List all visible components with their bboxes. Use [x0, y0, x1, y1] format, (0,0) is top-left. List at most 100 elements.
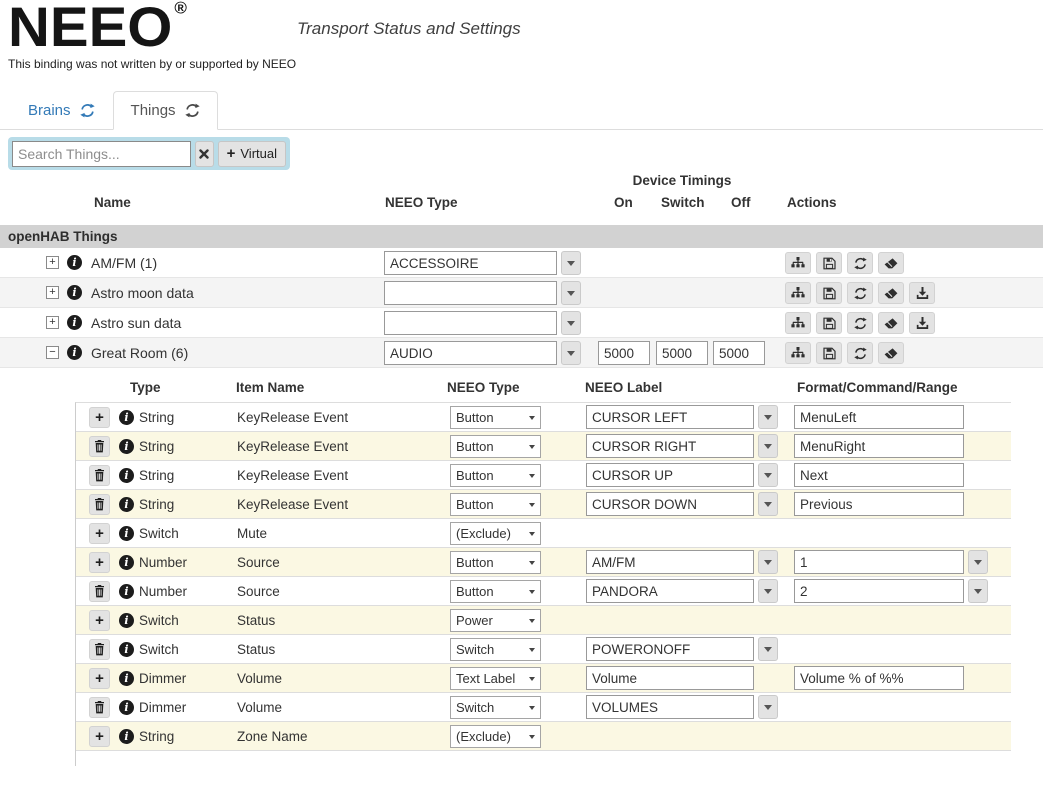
- neeo-label-input[interactable]: [586, 550, 754, 574]
- format-input[interactable]: [794, 463, 964, 487]
- neeo-type-select[interactable]: Button: [450, 406, 541, 429]
- add-channel-button[interactable]: +: [89, 523, 110, 544]
- neeo-type-dropdown-button[interactable]: [561, 341, 581, 365]
- add-channel-button[interactable]: +: [89, 407, 110, 428]
- neeo-label-input[interactable]: [586, 405, 754, 429]
- info-icon[interactable]: i: [119, 700, 134, 715]
- erase-button[interactable]: [878, 342, 904, 364]
- timing-switch-input[interactable]: [656, 341, 708, 365]
- neeo-label-input[interactable]: [586, 637, 754, 661]
- neeo-label-input[interactable]: [586, 492, 754, 516]
- expand-icon[interactable]: +: [46, 286, 59, 299]
- clear-search-button[interactable]: [195, 140, 214, 167]
- label-dropdown-button[interactable]: [758, 550, 778, 574]
- info-icon[interactable]: i: [119, 555, 134, 570]
- neeo-type-input[interactable]: [384, 341, 557, 365]
- neeo-type-select[interactable]: Switch: [450, 638, 541, 661]
- neeo-type-select[interactable]: (Exclude): [450, 725, 541, 748]
- add-channel-button[interactable]: +: [89, 552, 110, 573]
- info-icon[interactable]: i: [67, 345, 82, 360]
- neeo-type-select[interactable]: Button: [450, 551, 541, 574]
- delete-channel-button[interactable]: [89, 436, 110, 457]
- refresh-icon[interactable]: [79, 103, 95, 118]
- save-button[interactable]: [816, 282, 842, 304]
- info-icon[interactable]: i: [119, 613, 134, 628]
- neeo-type-select[interactable]: Button: [450, 435, 541, 458]
- refresh-button[interactable]: [847, 282, 873, 304]
- delete-channel-button[interactable]: [89, 697, 110, 718]
- info-icon[interactable]: i: [119, 439, 134, 454]
- erase-button[interactable]: [878, 282, 904, 304]
- format-input[interactable]: [794, 550, 964, 574]
- neeo-type-input[interactable]: [384, 251, 557, 275]
- info-icon[interactable]: i: [119, 468, 134, 483]
- neeo-type-select[interactable]: Switch: [450, 696, 541, 719]
- neeo-type-select[interactable]: Text Label: [450, 667, 541, 690]
- info-icon[interactable]: i: [67, 315, 82, 330]
- info-icon[interactable]: i: [119, 584, 134, 599]
- info-icon[interactable]: i: [119, 642, 134, 657]
- timing-off-input[interactable]: [713, 341, 765, 365]
- add-virtual-button[interactable]: + Virtual: [217, 140, 286, 167]
- info-icon[interactable]: i: [119, 671, 134, 686]
- neeo-type-select[interactable]: Power: [450, 609, 541, 632]
- format-input[interactable]: [794, 579, 964, 603]
- format-input[interactable]: [794, 405, 964, 429]
- erase-button[interactable]: [878, 252, 904, 274]
- restore-button[interactable]: [785, 342, 811, 364]
- add-channel-button[interactable]: +: [89, 668, 110, 689]
- restore-button[interactable]: [785, 282, 811, 304]
- label-dropdown-button[interactable]: [758, 637, 778, 661]
- refresh-button[interactable]: [847, 312, 873, 334]
- delete-channel-button[interactable]: [89, 465, 110, 486]
- neeo-label-input[interactable]: [586, 434, 754, 458]
- erase-button[interactable]: [878, 312, 904, 334]
- info-icon[interactable]: i: [119, 497, 134, 512]
- add-channel-button[interactable]: +: [89, 610, 110, 631]
- format-input[interactable]: [794, 666, 964, 690]
- delete-channel-button[interactable]: [89, 639, 110, 660]
- delete-channel-button[interactable]: [89, 494, 110, 515]
- save-button[interactable]: [816, 342, 842, 364]
- label-dropdown-button[interactable]: [758, 492, 778, 516]
- refresh-button[interactable]: [847, 252, 873, 274]
- format-dropdown-button[interactable]: [968, 550, 988, 574]
- neeo-label-input[interactable]: [586, 463, 754, 487]
- label-dropdown-button[interactable]: [758, 695, 778, 719]
- neeo-type-select[interactable]: Button: [450, 493, 541, 516]
- info-icon[interactable]: i: [119, 410, 134, 425]
- refresh-button[interactable]: [847, 342, 873, 364]
- add-channel-button[interactable]: +: [89, 726, 110, 747]
- neeo-label-input[interactable]: [586, 579, 754, 603]
- info-icon[interactable]: i: [67, 285, 82, 300]
- timing-on-input[interactable]: [598, 341, 650, 365]
- label-dropdown-button[interactable]: [758, 463, 778, 487]
- neeo-label-input[interactable]: [586, 695, 754, 719]
- save-button[interactable]: [816, 312, 842, 334]
- collapse-icon[interactable]: −: [46, 346, 59, 359]
- delete-channel-button[interactable]: [89, 581, 110, 602]
- refresh-icon[interactable]: [184, 103, 200, 118]
- neeo-type-input[interactable]: [384, 311, 557, 335]
- tab-things[interactable]: Things: [112, 91, 218, 130]
- neeo-type-dropdown-button[interactable]: [561, 251, 581, 275]
- format-input[interactable]: [794, 434, 964, 458]
- neeo-type-dropdown-button[interactable]: [561, 311, 581, 335]
- info-icon[interactable]: i: [67, 255, 82, 270]
- label-dropdown-button[interactable]: [758, 434, 778, 458]
- info-icon[interactable]: i: [119, 729, 134, 744]
- label-dropdown-button[interactable]: [758, 579, 778, 603]
- format-dropdown-button[interactable]: [968, 579, 988, 603]
- save-button[interactable]: [816, 252, 842, 274]
- label-dropdown-button[interactable]: [758, 405, 778, 429]
- expand-icon[interactable]: +: [46, 256, 59, 269]
- restore-button[interactable]: [785, 312, 811, 334]
- export-button[interactable]: [909, 312, 935, 334]
- info-icon[interactable]: i: [119, 526, 134, 541]
- restore-button[interactable]: [785, 252, 811, 274]
- neeo-type-select[interactable]: (Exclude): [450, 522, 541, 545]
- format-input[interactable]: [794, 492, 964, 516]
- expand-icon[interactable]: +: [46, 316, 59, 329]
- export-button[interactable]: [909, 282, 935, 304]
- tab-brains[interactable]: Brains: [10, 91, 113, 130]
